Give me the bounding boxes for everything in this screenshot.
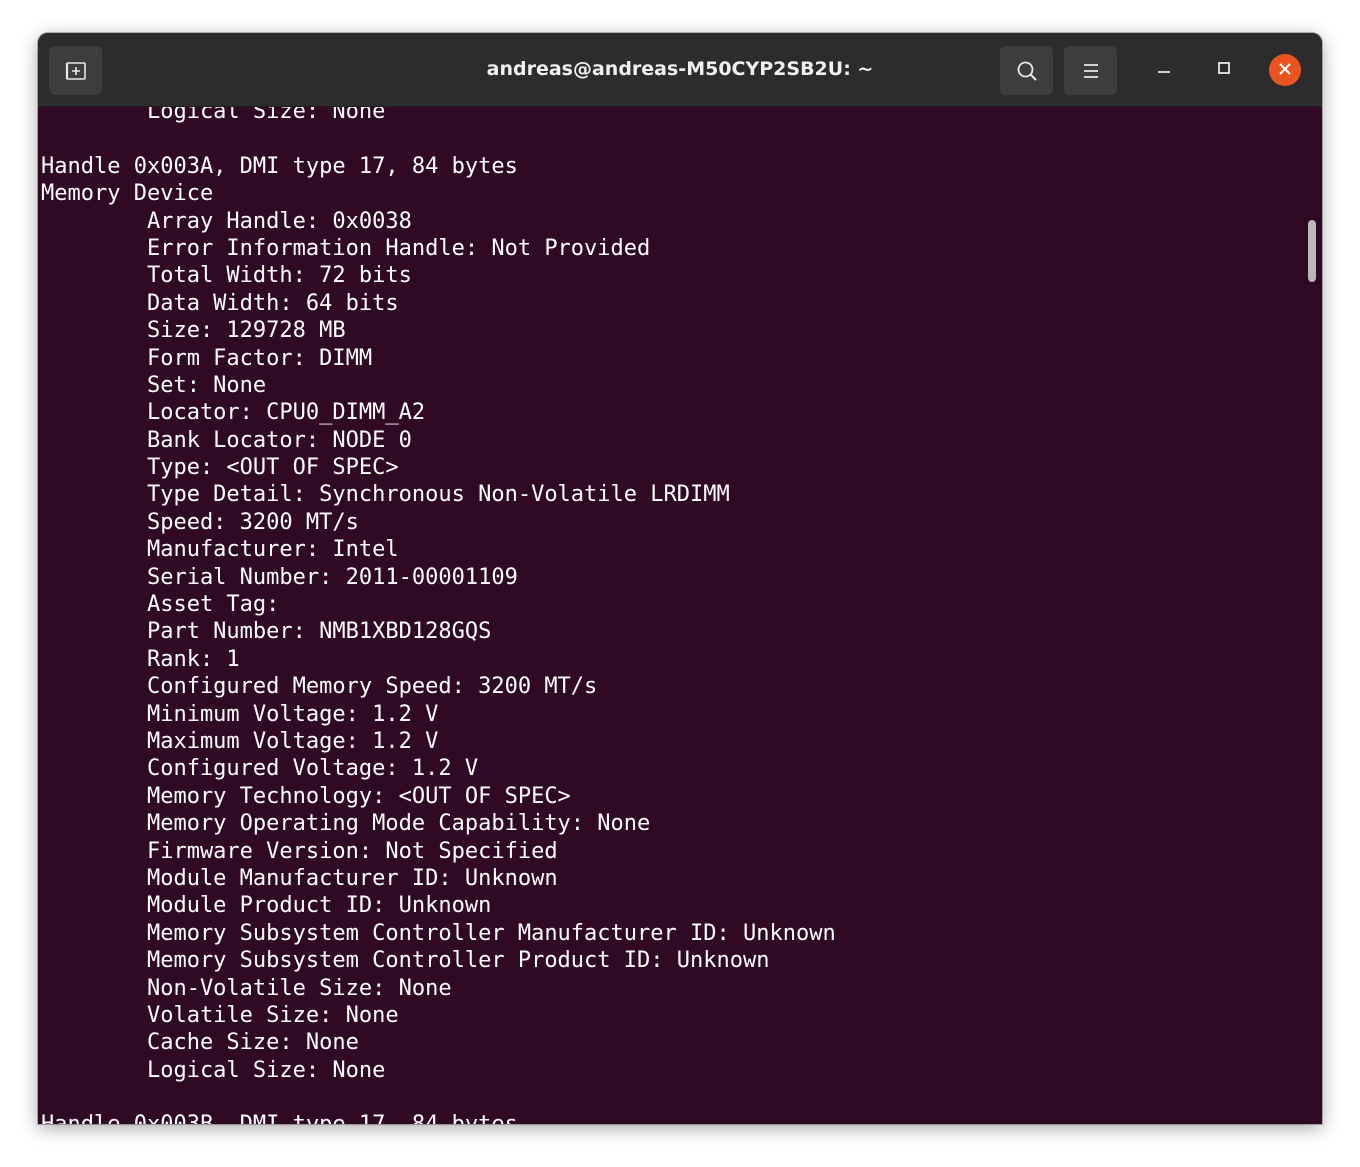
terminal-line: Error Information Handle: Not Provided [41, 235, 651, 261]
minimize-button[interactable] [1148, 54, 1180, 86]
terminal-line: Part Number: NMB1XBD128GQS [41, 619, 492, 645]
terminal-text: Logical Size: None Handle 0x003A, DMI typ… [41, 107, 836, 1124]
terminal-output[interactable]: Logical Size: None Handle 0x003A, DMI typ… [38, 107, 1322, 1124]
terminal-line: Maximum Voltage: 1.2 V [41, 728, 439, 754]
terminal-line: Memory Subsystem Controller Manufacturer… [41, 920, 836, 946]
terminal-line: Type: <OUT OF SPEC> [41, 455, 399, 481]
terminal-line: Handle 0x003A, DMI type 17, 84 bytes [41, 153, 518, 179]
terminal-line: Speed: 3200 MT/s [41, 509, 359, 535]
minimize-icon [1156, 60, 1172, 80]
terminal-line: Volatile Size: None [41, 1002, 399, 1028]
terminal-line: Manufacturer: Intel [41, 537, 399, 563]
terminal-window: andreas@andreas-M50CYP2SB2U: ~ Logical S… [38, 33, 1322, 1124]
terminal-line: Cache Size: None [41, 1030, 359, 1056]
search-icon [1015, 59, 1039, 83]
terminal-line: Module Product ID: Unknown [41, 893, 492, 919]
terminal-line: Minimum Voltage: 1.2 V [41, 701, 439, 727]
close-icon [1278, 61, 1292, 80]
terminal-line: Data Width: 64 bits [41, 290, 399, 316]
terminal-line: Locator: CPU0_DIMM_A2 [41, 400, 426, 426]
menu-button[interactable] [1064, 46, 1117, 95]
terminal-line: Bank Locator: NODE 0 [41, 427, 412, 453]
terminal-line: Configured Memory Speed: 3200 MT/s [41, 674, 598, 700]
terminal-line: Serial Number: 2011-00001109 [41, 564, 518, 590]
terminal-line: Module Manufacturer ID: Unknown [41, 865, 558, 891]
terminal-line: Type Detail: Synchronous Non-Volatile LR… [41, 482, 730, 508]
new-tab-button[interactable] [49, 46, 102, 95]
terminal-line: Handle 0x003B, DMI type 17, 84 bytes [41, 1111, 836, 1124]
terminal-line: Non-Volatile Size: None [41, 975, 452, 1001]
terminal-line: Set: None [41, 372, 267, 398]
terminal-line: Total Width: 72 bits [41, 263, 412, 289]
title-bar[interactable]: andreas@andreas-M50CYP2SB2U: ~ [38, 33, 1322, 107]
terminal-line: Rank: 1 [41, 646, 240, 672]
scrollbar-thumb[interactable] [1308, 220, 1316, 282]
maximize-icon [1216, 60, 1232, 80]
terminal-line: Array Handle: 0x0038 [41, 208, 412, 234]
window-title: andreas@andreas-M50CYP2SB2U: ~ [486, 58, 874, 80]
terminal-line: Form Factor: DIMM [41, 345, 373, 371]
terminal-line: Logical Size: None [41, 107, 386, 124]
terminal-line: Asset Tag: [41, 592, 280, 618]
terminal-line: Memory Device [41, 181, 214, 207]
search-button[interactable] [1000, 46, 1053, 95]
new-tab-icon [64, 59, 88, 83]
terminal-line: Memory Operating Mode Capability: None [41, 811, 651, 837]
terminal-line: Configured Voltage: 1.2 V [41, 756, 479, 782]
terminal-line: Memory Subsystem Controller Product ID: … [41, 948, 770, 974]
hamburger-menu-icon [1081, 62, 1101, 80]
maximize-button[interactable] [1208, 54, 1240, 86]
terminal-line: Logical Size: None [41, 1057, 386, 1083]
terminal-line: Memory Technology: <OUT OF SPEC> [41, 783, 571, 809]
terminal-line: Size: 129728 MB [41, 318, 346, 344]
terminal-line: Firmware Version: Not Specified [41, 838, 558, 864]
close-button[interactable] [1269, 54, 1301, 86]
